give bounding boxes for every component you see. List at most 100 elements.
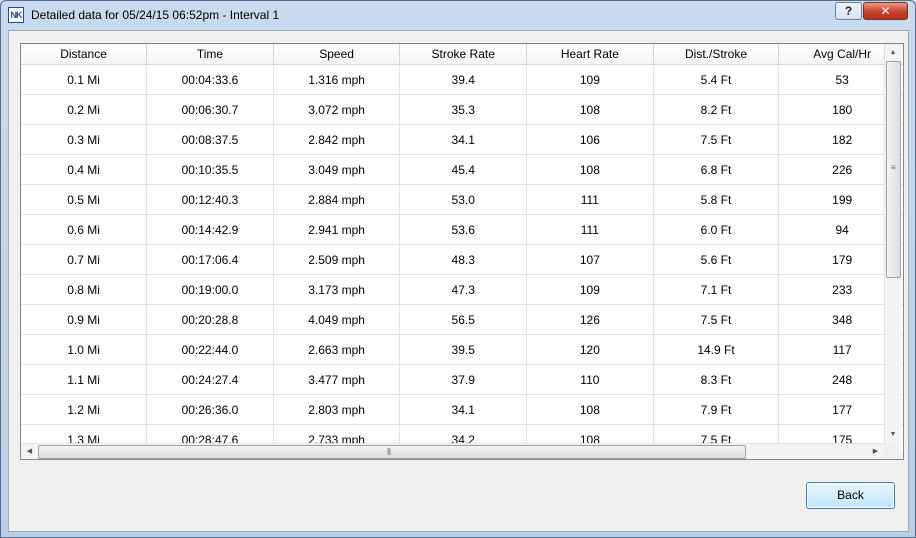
cell-time: 00:06:30.7	[146, 94, 274, 125]
cell-heart-rate: 110	[526, 364, 654, 395]
scrollbar-corner	[884, 443, 901, 459]
cell-speed: 3.173 mph	[273, 274, 401, 305]
cell-stroke-rate: 48.3	[399, 244, 528, 275]
cell-dist-per-stroke: 6.0 Ft	[653, 214, 780, 245]
cell-heart-rate: 111	[526, 184, 654, 215]
scroll-up-arrow-icon[interactable]: ▲	[885, 44, 901, 61]
table-row[interactable]: 0.1 Mi 00:04:33.6 1.316 mph 39.4 109 5.4 Ft 53	[21, 64, 903, 95]
cell-stroke-rate: 56.5	[399, 304, 528, 335]
cell-dist-per-stroke: 14.9 Ft	[653, 334, 780, 365]
table-row[interactable]: 0.8 Mi 00:19:00.0 3.173 mph 47.3 109 7.1 Ft 23…	[21, 274, 903, 305]
cell-dist-per-stroke: 8.3 Ft	[653, 364, 780, 395]
column-header-time[interactable]: Time	[146, 44, 274, 65]
cell-time: 00:22:44.0	[146, 334, 274, 365]
table-header-row: Distance Time Speed Stroke Rate Heart Rate Di…	[21, 44, 903, 65]
column-header-stroke-rate[interactable]: Stroke Rate	[399, 44, 528, 65]
cell-speed: 2.509 mph	[273, 244, 401, 275]
vertical-scrollbar[interactable]: ▲ ≡ ▼	[884, 44, 901, 443]
horizontal-scrollbar[interactable]: ◀ ⦀ ▶	[21, 443, 884, 459]
cell-stroke-rate: 39.5	[399, 334, 528, 365]
cell-stroke-rate: 34.1	[399, 394, 528, 425]
cell-speed: 2.941 mph	[273, 214, 401, 245]
vertical-scroll-thumb[interactable]: ≡	[886, 61, 901, 278]
cell-stroke-rate: 34.1	[399, 124, 528, 155]
cell-stroke-rate: 53.6	[399, 214, 528, 245]
cell-dist-per-stroke: 5.8 Ft	[653, 184, 780, 215]
detail-data-grid[interactable]: Distance Time Speed Stroke Rate Heart Rate Di…	[20, 43, 904, 460]
cell-dist-per-stroke: 7.1 Ft	[653, 274, 780, 305]
scroll-left-arrow-icon[interactable]: ◀	[21, 444, 38, 459]
cell-time: 00:14:42.9	[146, 214, 274, 245]
column-header-dist-per-stroke[interactable]: Dist./Stroke	[653, 44, 780, 65]
cell-heart-rate: 111	[526, 214, 654, 245]
column-header-heart-rate[interactable]: Heart Rate	[526, 44, 654, 65]
table-row[interactable]: 0.4 Mi 00:10:35.5 3.049 mph 45.4 108 6.8 Ft 22…	[21, 154, 903, 185]
cell-heart-rate: 108	[526, 154, 654, 185]
cell-distance: 0.6 Mi	[21, 214, 148, 245]
cell-stroke-rate: 37.9	[399, 364, 528, 395]
table-row[interactable]: 0.9 Mi 00:20:28.8 4.049 mph 56.5 126 7.5 Ft 34…	[21, 304, 903, 335]
cell-distance: 1.1 Mi	[21, 364, 148, 395]
cell-distance: 0.5 Mi	[21, 184, 148, 215]
cell-distance: 0.8 Mi	[21, 274, 148, 305]
cell-dist-per-stroke: 5.4 Ft	[653, 64, 780, 95]
title-bar[interactable]: NK Detailed data for 05/24/15 06:52pm - …	[1, 1, 915, 29]
cell-speed: 3.049 mph	[273, 154, 401, 185]
cell-speed: 4.049 mph	[273, 304, 401, 335]
cell-speed: 3.477 mph	[273, 364, 401, 395]
app-logo-icon: NK	[8, 7, 24, 23]
cell-heart-rate: 109	[526, 274, 654, 305]
cell-time: 00:10:35.5	[146, 154, 274, 185]
cell-time: 00:08:37.5	[146, 124, 274, 155]
cell-speed: 1.316 mph	[273, 64, 401, 95]
cell-heart-rate: 106	[526, 124, 654, 155]
cell-time: 00:17:06.4	[146, 244, 274, 275]
cell-time: 00:19:00.0	[146, 274, 274, 305]
table-row[interactable]: 0.2 Mi 00:06:30.7 3.072 mph 35.3 108 8.2 Ft 18…	[21, 94, 903, 125]
cell-time: 00:04:33.6	[146, 64, 274, 95]
table-row[interactable]: 1.1 Mi 00:24:27.4 3.477 mph 37.9 110 8.3 Ft 24…	[21, 364, 903, 395]
cell-time: 00:12:40.3	[146, 184, 274, 215]
cell-distance: 1.0 Mi	[21, 334, 148, 365]
cell-time: 00:24:27.4	[146, 364, 274, 395]
cell-dist-per-stroke: 8.2 Ft	[653, 94, 780, 125]
cell-dist-per-stroke: 7.5 Ft	[653, 124, 780, 155]
cell-distance: 0.2 Mi	[21, 94, 148, 125]
cell-distance: 1.2 Mi	[21, 394, 148, 425]
column-header-speed[interactable]: Speed	[273, 44, 401, 65]
back-button[interactable]: Back	[806, 482, 895, 509]
cell-stroke-rate: 53.0	[399, 184, 528, 215]
cell-dist-per-stroke: 7.5 Ft	[653, 304, 780, 335]
cell-heart-rate: 108	[526, 94, 654, 125]
cell-heart-rate: 126	[526, 304, 654, 335]
cell-stroke-rate: 47.3	[399, 274, 528, 305]
column-header-distance[interactable]: Distance	[21, 44, 148, 65]
cell-time: 00:20:28.8	[146, 304, 274, 335]
scroll-grip-icon: ⦀	[387, 447, 391, 457]
help-button[interactable]: ?	[835, 2, 862, 20]
cell-heart-rate: 109	[526, 64, 654, 95]
cell-distance: 0.9 Mi	[21, 304, 148, 335]
cell-stroke-rate: 39.4	[399, 64, 528, 95]
table-row[interactable]: 1.0 Mi 00:22:44.0 2.663 mph 39.5 120 14.9 Ft 1…	[21, 334, 903, 365]
data-table: Distance Time Speed Stroke Rate Heart Rate Di…	[21, 44, 903, 455]
cell-dist-per-stroke: 7.9 Ft	[653, 394, 780, 425]
dialog-client-area: Distance Time Speed Stroke Rate Heart Rate Di…	[8, 30, 909, 532]
cell-stroke-rate: 45.4	[399, 154, 528, 185]
cell-dist-per-stroke: 6.8 Ft	[653, 154, 780, 185]
cell-speed: 2.803 mph	[273, 394, 401, 425]
cell-heart-rate: 120	[526, 334, 654, 365]
table-row[interactable]: 0.5 Mi 00:12:40.3 2.884 mph 53.0 111 5.8 Ft 19…	[21, 184, 903, 215]
table-row[interactable]: 0.3 Mi 00:08:37.5 2.842 mph 34.1 106 7.5 Ft 18…	[21, 124, 903, 155]
scroll-right-arrow-icon[interactable]: ▶	[867, 444, 884, 459]
dialog-window: NK Detailed data for 05/24/15 06:52pm - …	[0, 0, 916, 538]
horizontal-scroll-thumb[interactable]: ⦀	[38, 445, 746, 459]
table-row[interactable]: 0.6 Mi 00:14:42.9 2.941 mph 53.6 111 6.0 Ft 94	[21, 214, 903, 245]
table-row[interactable]: 0.7 Mi 00:17:06.4 2.509 mph 48.3 107 5.6 Ft 17…	[21, 244, 903, 275]
close-button[interactable]: ✕	[863, 2, 908, 20]
cell-heart-rate: 108	[526, 394, 654, 425]
table-row[interactable]: 1.2 Mi 00:26:36.0 2.803 mph 34.1 108 7.9 Ft 17…	[21, 394, 903, 425]
cell-distance: 0.1 Mi	[21, 64, 148, 95]
cell-speed: 2.884 mph	[273, 184, 401, 215]
scroll-down-arrow-icon[interactable]: ▼	[885, 426, 901, 443]
